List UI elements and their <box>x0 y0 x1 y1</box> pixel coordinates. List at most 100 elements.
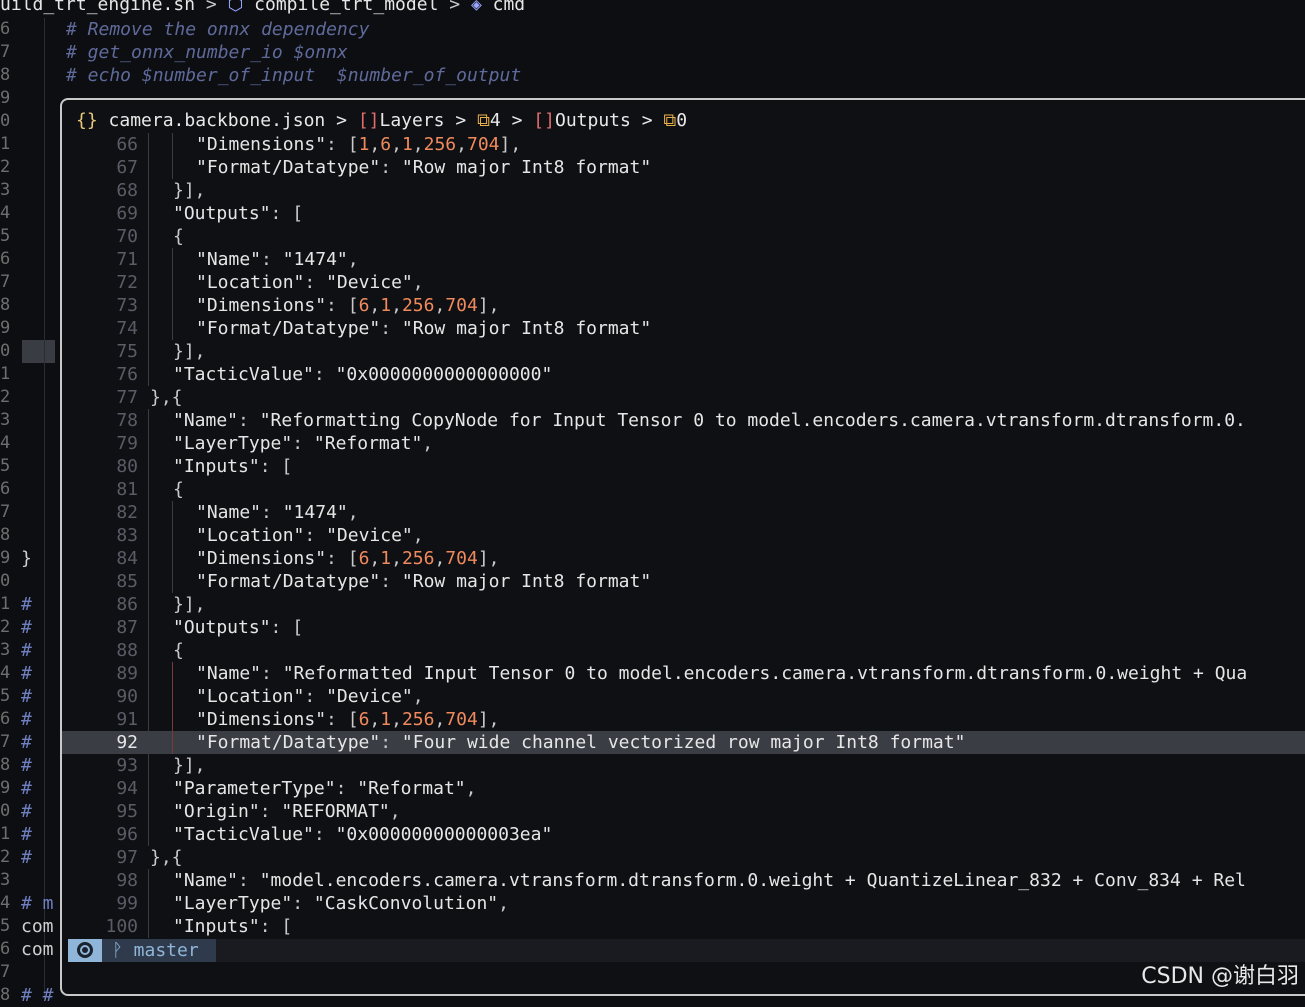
bg-line-number: 2 <box>0 847 11 867</box>
bg-line-number: 0 <box>0 111 11 131</box>
line-number: 77 <box>116 387 138 408</box>
bg-line-number: 0 <box>0 341 11 361</box>
code-line[interactable]: 70 { <box>62 225 1305 248</box>
code-line[interactable]: 82 "Name": "1474", <box>62 501 1305 524</box>
code-line[interactable]: 77 },{ <box>62 386 1305 409</box>
code-token: "Format/Datatype" <box>196 571 381 592</box>
code-line[interactable]: 91 "Dimensions": [6,1,256,704], <box>62 708 1305 731</box>
code-line[interactable]: 83 "Location": "Device", <box>62 524 1305 547</box>
code-line[interactable]: 93}], <box>62 754 1305 777</box>
indent-guide <box>148 685 149 708</box>
code-text: "Location": "Device", <box>196 271 424 294</box>
code-line[interactable]: 69 "Outputs": [ <box>62 202 1305 225</box>
code-line[interactable]: 86}], <box>62 593 1305 616</box>
code-line[interactable]: 67 "Format/Datatype": "Row major Int8 for… <box>62 156 1305 179</box>
code-text: "Dimensions": [6,1,256,704], <box>196 547 500 570</box>
json-breadcrumb: {} camera.backbone.json > []Layers > ⧉4 … <box>76 110 688 131</box>
indent-guide <box>148 800 149 823</box>
breadcrumb-layers[interactable]: Layers <box>380 110 445 131</box>
code-line[interactable]: 90 "Location": "Device", <box>62 685 1305 708</box>
breadcrumb-file[interactable]: camera.backbone.json <box>109 110 326 131</box>
git-branch[interactable]: ᚹ master <box>102 939 216 962</box>
code-text: "Format/Datatype": "Row major Int8 forma… <box>196 156 651 179</box>
bg-left-text: # <box>21 732 32 753</box>
code-token: : [ <box>326 548 359 569</box>
code-line[interactable]: 78 "Name": "Reformatting CopyNode for Inp… <box>62 409 1305 432</box>
code-line[interactable]: 85 "Format/Datatype": "Row major Int8 for… <box>62 570 1305 593</box>
code-token: },{ <box>150 847 183 868</box>
code-token: , <box>412 686 424 707</box>
bg-line-number: 1 <box>0 824 11 844</box>
code-token: 1 <box>358 134 370 155</box>
code-line[interactable]: 94 "ParameterType": "Reformat", <box>62 777 1305 800</box>
code-token: "0x00000000000003ea" <box>335 824 553 845</box>
code-area[interactable]: 66 "Dimensions": [1,6,1,256,704], 67 "Forma… <box>62 133 1305 938</box>
code-token: "Reformat" <box>313 433 423 454</box>
code-line[interactable]: 97},{ <box>62 846 1305 869</box>
line-number: 82 <box>116 502 138 523</box>
code-token: 6 <box>358 295 370 316</box>
code-token: "Name" <box>173 410 239 431</box>
code-token: 1 <box>401 134 413 155</box>
code-line[interactable]: 68}], <box>62 179 1305 202</box>
bg-line-number: 3 <box>0 180 11 200</box>
code-token: { <box>173 640 184 661</box>
code-line[interactable]: 87 "Outputs": [ <box>62 616 1305 639</box>
code-line[interactable]: 80 "Inputs": [ <box>62 455 1305 478</box>
code-line[interactable]: 81 { <box>62 478 1305 501</box>
bg-line-number: 6 <box>0 709 11 729</box>
code-token: "Reformatted Input Tensor 0 to model.enc… <box>282 663 1248 684</box>
indent-guide <box>172 156 173 179</box>
code-token: : <box>380 157 402 178</box>
code-line[interactable]: 98 "Name": "model.encoders.camera.vtransf… <box>62 869 1305 892</box>
line-number: 69 <box>116 203 138 224</box>
code-line[interactable]: 89 "Name": "Reformatted Input Tensor 0 to… <box>62 662 1305 685</box>
code-line[interactable]: 71 "Name": "1474", <box>62 248 1305 271</box>
code-line[interactable]: 99 "LayerType": "CaskConvolution", <box>62 892 1305 915</box>
code-line[interactable]: 76 "TacticValue": "0x0000000000000000" <box>62 363 1305 386</box>
code-text: "Format/Datatype": "Row major Int8 forma… <box>196 570 651 593</box>
code-token: "LayerType" <box>173 893 293 914</box>
breadcrumb-outputs[interactable]: Outputs <box>555 110 631 131</box>
code-line[interactable]: 92 "Format/Datatype": "Four wide channel … <box>62 731 1305 754</box>
code-line[interactable]: 75}], <box>62 340 1305 363</box>
bg-breadcrumb-var[interactable]: cmd <box>493 0 526 15</box>
code-text: },{ <box>150 386 183 409</box>
floating-json-window[interactable]: {} camera.backbone.json > []Layers > ⧉4 … <box>60 98 1305 996</box>
code-token: "Outputs" <box>173 203 271 224</box>
indent-guide <box>148 363 149 386</box>
code-line[interactable]: 95 "Origin": "REFORMAT", <box>62 800 1305 823</box>
code-token: : <box>335 778 358 799</box>
code-line[interactable]: 100 "Inputs": [ <box>62 915 1305 938</box>
code-token: 704 <box>445 709 478 730</box>
code-line[interactable]: 96 "TacticValue": "0x00000000000003ea" <box>62 823 1305 846</box>
bg-breadcrumb-file[interactable]: uild_trt_engine.sh <box>0 0 195 15</box>
code-token: "1474" <box>282 502 348 523</box>
line-number: 73 <box>116 295 138 316</box>
code-token: 704 <box>445 295 478 316</box>
code-line[interactable]: 73 "Dimensions": [6,1,256,704], <box>62 294 1305 317</box>
bg-breadcrumb-function[interactable]: compile_trt_model <box>254 0 438 15</box>
breadcrumb-output-index[interactable]: 0 <box>676 110 687 131</box>
code-line[interactable]: 84 "Dimensions": [6,1,256,704], <box>62 547 1305 570</box>
code-line[interactable]: 66 "Dimensions": [1,6,1,256,704], <box>62 133 1305 156</box>
code-text: "Dimensions": [1,6,1,256,704], <box>196 133 521 156</box>
code-text: "Dimensions": [6,1,256,704], <box>196 294 500 317</box>
code-token: "Device" <box>326 686 413 707</box>
bg-left-text: # <box>21 847 32 868</box>
code-token: "Format/Datatype" <box>196 157 381 178</box>
code-token: "model.encoders.camera.vtransform.dtrans… <box>259 870 1246 891</box>
code-token: "Four wide channel vectorized row major … <box>401 732 966 753</box>
indent-guide <box>148 869 149 892</box>
bg-line-number: 2 <box>0 617 11 637</box>
code-line[interactable]: 88 { <box>62 639 1305 662</box>
code-token: }], <box>173 341 206 362</box>
code-line[interactable]: 79 "LayerType": "Reformat", <box>62 432 1305 455</box>
code-line[interactable]: 74 "Format/Datatype": "Row major Int8 for… <box>62 317 1305 340</box>
code-text: "Name": "1474", <box>196 501 359 524</box>
breadcrumb-index[interactable]: 4 <box>490 110 501 131</box>
bg-line-number: 6 <box>0 479 11 499</box>
line-number: 84 <box>116 548 138 569</box>
code-line[interactable]: 72 "Location": "Device", <box>62 271 1305 294</box>
indent-guide <box>148 892 149 915</box>
